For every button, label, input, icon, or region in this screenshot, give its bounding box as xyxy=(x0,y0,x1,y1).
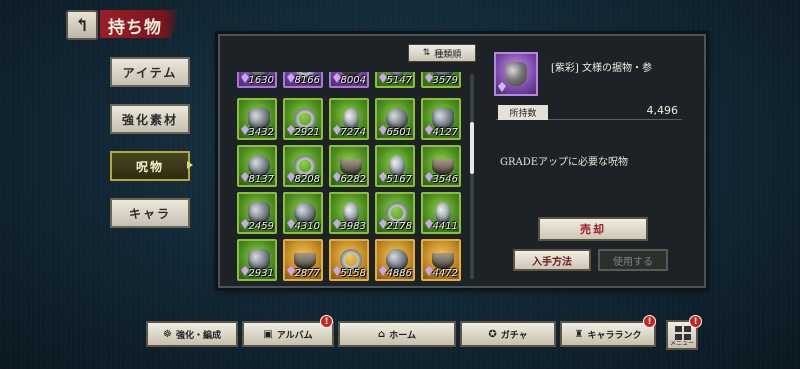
home-icon: ⌂ xyxy=(378,328,386,340)
relic-icon xyxy=(432,159,454,175)
item-count: 3432 xyxy=(248,127,274,138)
grade-gem-icon xyxy=(498,82,506,92)
item-count: 8166 xyxy=(294,75,320,86)
item-cell[interactable]: 3983 xyxy=(329,192,369,234)
notification-badge: ! xyxy=(643,315,656,328)
relic-icon xyxy=(432,253,454,269)
nav-item-items[interactable]: アイテム xyxy=(110,57,190,87)
item-cell[interactable]: 8004 xyxy=(329,72,369,88)
item-count: 4127 xyxy=(432,127,458,138)
nav-item-enhance-materials[interactable]: 強化素材 xyxy=(110,104,190,134)
item-count: 1630 xyxy=(248,75,274,86)
item-cell[interactable]: 2877 xyxy=(283,239,323,281)
item-count: 2877 xyxy=(294,268,320,279)
selected-item-icon xyxy=(494,52,538,96)
item-cell[interactable]: 4127 xyxy=(421,98,461,140)
page-title: 持ち物 xyxy=(108,18,162,38)
item-cell[interactable]: 5147 xyxy=(375,72,415,88)
item-count: 4411 xyxy=(432,221,458,232)
item-cell[interactable]: 4886 xyxy=(375,239,415,281)
item-cell[interactable]: 2931 xyxy=(237,239,277,281)
bottom-nav-label: ホーム xyxy=(389,330,416,341)
item-count: 2459 xyxy=(248,221,274,232)
relic-icon xyxy=(340,159,362,175)
item-count: 3546 xyxy=(432,174,458,185)
item-count: 3579 xyxy=(432,75,458,86)
bottom-nav-label: ガチャ xyxy=(500,330,528,341)
item-description: GRADEアップに必要な呪物 xyxy=(500,157,629,168)
bottom-nav-chara-rank[interactable]: ♜ キャラランク xyxy=(560,321,656,347)
gacha-icon: ✪ xyxy=(488,328,497,340)
enhance-icon: ☸ xyxy=(163,328,172,340)
sort-button[interactable]: ⇅ 種類順 xyxy=(408,44,476,62)
bottom-nav-gacha[interactable]: ✪ ガチャ xyxy=(460,321,556,347)
item-grid: 1630 8166 8004 5147 3579 3432 2921 7274 … xyxy=(232,72,468,284)
item-count: 2921 xyxy=(294,127,320,138)
back-button[interactable]: ↰ xyxy=(66,10,98,40)
item-count: 6282 xyxy=(340,174,366,185)
item-cell[interactable]: 5158 xyxy=(329,239,369,281)
item-cell[interactable]: 4310 xyxy=(283,192,323,234)
item-cell[interactable]: 3579 xyxy=(421,72,461,88)
item-count: 3983 xyxy=(340,221,366,232)
item-cell[interactable]: 4472 xyxy=(421,239,461,281)
quantity-value: 4,496 xyxy=(646,104,679,117)
nav-item-cursed-objects[interactable]: 呪物 xyxy=(110,151,190,181)
item-cell[interactable]: 8166 xyxy=(283,72,323,88)
menu-label: メニュー xyxy=(669,340,694,347)
item-cell[interactable]: 8137 xyxy=(237,145,277,187)
item-count: 6501 xyxy=(386,127,412,138)
bottom-nav-label: アルバム xyxy=(276,330,313,341)
sell-button[interactable]: 売却 xyxy=(538,217,648,241)
back-arrow-icon: ↰ xyxy=(74,14,90,36)
item-cell[interactable]: 4411 xyxy=(421,192,461,234)
item-cell[interactable]: 3432 xyxy=(237,98,277,140)
item-cell[interactable]: 5167 xyxy=(375,145,415,187)
item-count: 2931 xyxy=(248,268,274,279)
selected-item-name: [紫彩] 文様の据物・参 xyxy=(551,63,652,74)
quantity-label: 所持数 xyxy=(498,105,548,120)
item-cell[interactable]: 2178 xyxy=(375,192,415,234)
bottom-nav-label: キャラランク xyxy=(587,330,642,341)
notification-badge: ! xyxy=(320,315,333,328)
use-button: 使用する xyxy=(598,249,668,271)
item-count: 4310 xyxy=(294,221,320,232)
relic-icon xyxy=(505,62,527,86)
bottom-nav-home[interactable]: ⌂ ホーム xyxy=(338,321,456,347)
item-cell[interactable]: 6501 xyxy=(375,98,415,140)
item-count: 8004 xyxy=(340,75,366,86)
bottom-nav-enhance[interactable]: ☸ 強化・編成 xyxy=(146,321,238,347)
item-count: 2178 xyxy=(386,221,412,232)
item-cell[interactable]: 2459 xyxy=(237,192,277,234)
nav-item-characters[interactable]: キャラ xyxy=(110,198,190,228)
item-cell[interactable]: 3546 xyxy=(421,145,461,187)
item-count: 8137 xyxy=(248,174,274,185)
sort-label: 種類順 xyxy=(434,49,462,60)
grid-scroll-thumb[interactable] xyxy=(470,122,474,174)
item-cell[interactable]: 6282 xyxy=(329,145,369,187)
item-cell[interactable]: 7274 xyxy=(329,98,369,140)
item-count: 7274 xyxy=(340,127,366,138)
item-count: 5167 xyxy=(386,174,412,185)
item-count: 4472 xyxy=(432,268,458,279)
relic-icon xyxy=(294,253,316,269)
item-count: 4886 xyxy=(386,268,412,279)
active-indicator-icon xyxy=(187,161,193,169)
item-count: 5158 xyxy=(340,268,366,279)
acquire-method-button[interactable]: 入手方法 xyxy=(513,249,591,271)
sort-icon: ⇅ xyxy=(422,48,431,58)
item-count: 8208 xyxy=(294,174,320,185)
item-cell[interactable]: 2921 xyxy=(283,98,323,140)
item-cell[interactable]: 1630 xyxy=(237,72,277,88)
item-cell[interactable]: 8208 xyxy=(283,145,323,187)
bottom-nav-label: 強化・編成 xyxy=(175,330,221,341)
notification-badge: ! xyxy=(689,315,702,328)
rank-icon: ♜ xyxy=(574,328,584,340)
item-count: 5147 xyxy=(386,75,412,86)
album-icon: ▣ xyxy=(263,328,273,340)
grid-scrollbar[interactable] xyxy=(470,74,474,279)
